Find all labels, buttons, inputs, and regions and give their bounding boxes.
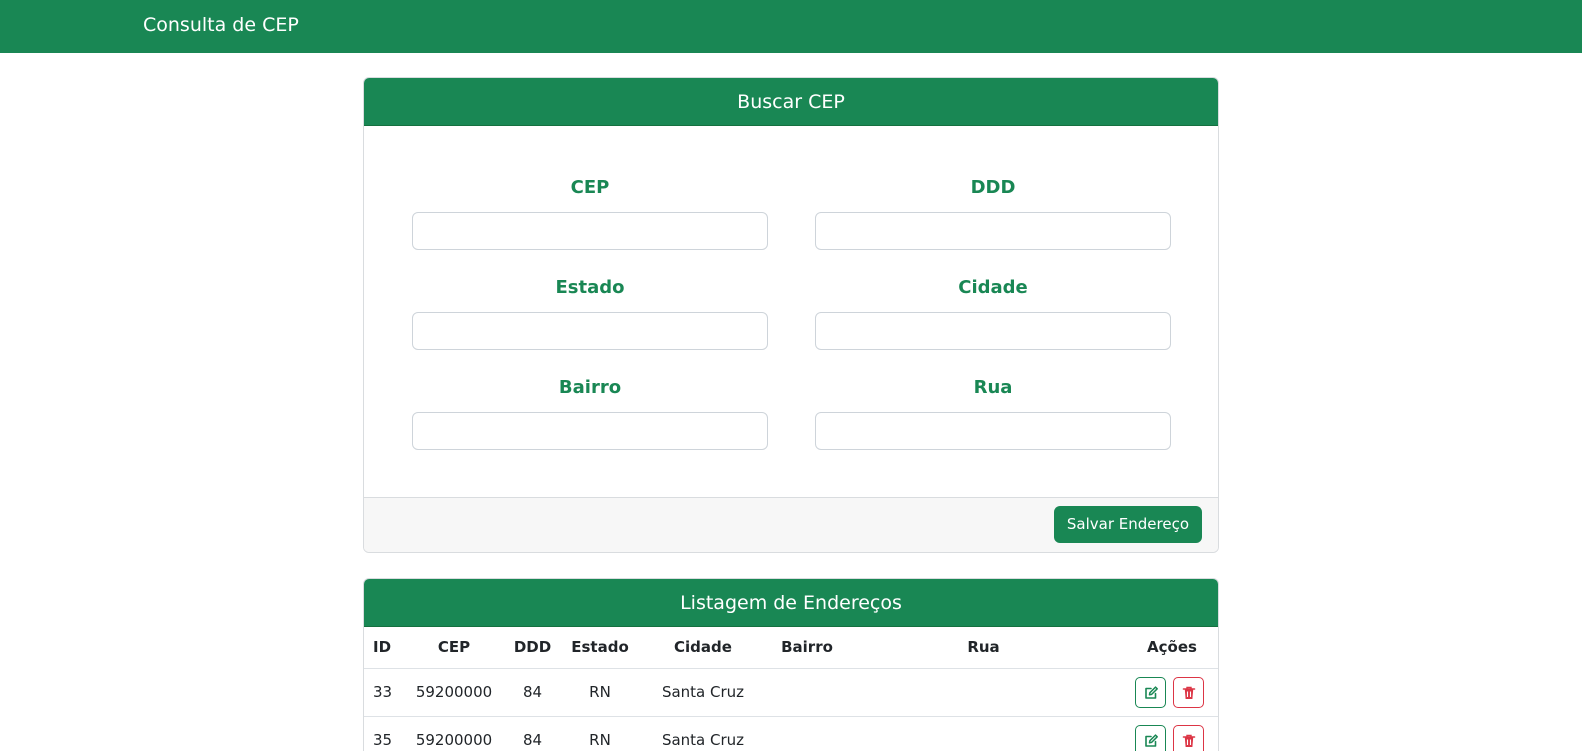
save-address-button[interactable]: Salvar Endereço [1053, 506, 1202, 543]
cell-ddd: 84 [504, 668, 561, 717]
rua-field-group: Rua [815, 376, 1171, 450]
edit-button[interactable] [1135, 676, 1166, 708]
cell-cidade: Santa Cruz [639, 716, 767, 751]
cep-input[interactable] [412, 212, 768, 250]
column-header-cep: CEP [404, 627, 504, 669]
column-header-ddd: DDD [504, 627, 561, 669]
cell-cep: 59200000 [404, 716, 504, 751]
cep-field-group: CEP [412, 176, 768, 250]
bairro-input[interactable] [412, 412, 768, 450]
cidade-field-group: Cidade [815, 276, 1171, 350]
search-form: CEP DDD Estado Cidade Bairro Rua [364, 126, 1218, 500]
cell-cep: 59200000 [404, 668, 504, 717]
ddd-field-group: DDD [815, 176, 1171, 250]
table-row: 33 59200000 84 RN Santa Cruz [364, 668, 1218, 717]
navbar: Consulta de CEP [0, 0, 1582, 53]
edit-button[interactable] [1135, 724, 1166, 751]
estado-label: Estado [555, 277, 625, 298]
delete-button[interactable] [1173, 724, 1204, 751]
edit-icon [1145, 733, 1158, 747]
navbar-brand[interactable]: Consulta de CEP [143, 13, 299, 37]
cell-rua [847, 668, 1120, 717]
cell-ddd: 84 [504, 716, 561, 751]
search-card-title: Buscar CEP [364, 78, 1218, 126]
table-row: 35 59200000 84 RN Santa Cruz [364, 716, 1218, 751]
estado-input[interactable] [412, 312, 768, 350]
cell-estado: RN [561, 668, 639, 717]
delete-button[interactable] [1173, 676, 1204, 708]
trash-icon [1182, 734, 1196, 747]
column-header-bairro: Bairro [767, 627, 847, 669]
cell-cidade: Santa Cruz [639, 668, 767, 717]
bairro-field-group: Bairro [412, 376, 768, 450]
ddd-label: DDD [970, 177, 1016, 198]
cidade-label: Cidade [958, 277, 1028, 298]
column-header-acoes: Ações [1120, 627, 1218, 669]
column-header-rua: Rua [847, 627, 1120, 669]
acoes-header-text: Ações [1147, 638, 1197, 657]
cell-bairro [767, 668, 847, 717]
ddd-input[interactable] [815, 212, 1171, 250]
column-header-id: ID [364, 627, 404, 669]
edit-icon [1145, 685, 1158, 699]
rua-input[interactable] [815, 412, 1171, 450]
address-list-title: Listagem de Endereços [364, 579, 1218, 627]
estado-field-group: Estado [412, 276, 768, 350]
address-list-card: Listagem de Endereços ID CEP DDD Estado … [363, 578, 1219, 751]
cell-estado: RN [561, 716, 639, 751]
search-card: Buscar CEP CEP DDD Estado Cidade Bairro … [363, 77, 1219, 553]
table-header-row: ID CEP DDD Estado Cidade Bairro Rua Açõe… [364, 627, 1218, 669]
cidade-input[interactable] [815, 312, 1171, 350]
cell-actions [1120, 716, 1218, 751]
cell-actions [1120, 668, 1218, 717]
address-table: ID CEP DDD Estado Cidade Bairro Rua Açõe… [364, 627, 1218, 751]
cell-id: 35 [364, 716, 404, 751]
column-header-cidade: Cidade [639, 627, 767, 669]
cell-bairro [767, 716, 847, 751]
trash-icon [1182, 686, 1196, 699]
column-header-estado: Estado [561, 627, 639, 669]
cep-label: CEP [570, 177, 610, 198]
cell-rua [847, 716, 1120, 751]
rua-label: Rua [973, 377, 1013, 398]
search-card-footer: Salvar Endereço [364, 497, 1218, 552]
bairro-label: Bairro [558, 377, 622, 398]
cell-id: 33 [364, 668, 404, 717]
